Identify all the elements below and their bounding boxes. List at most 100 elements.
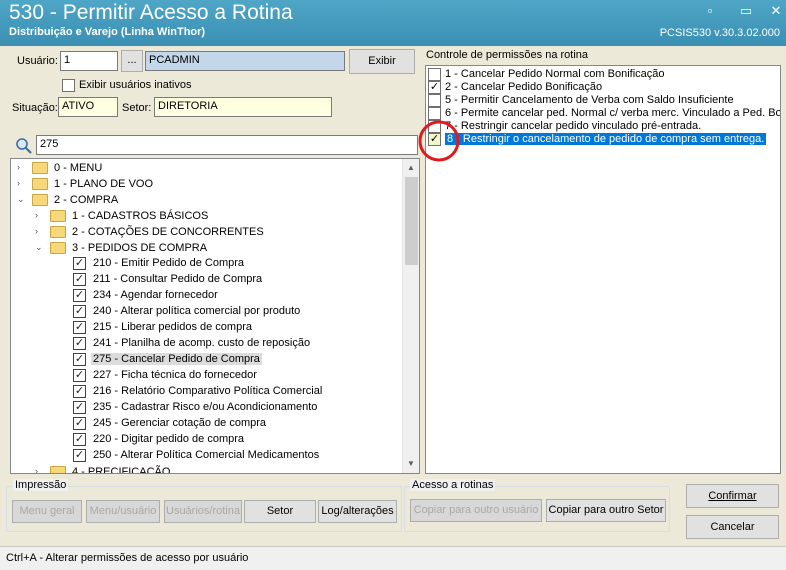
tree-item[interactable]: ✓ 235 - Cadastrar Risco e/ou Acondicionam…: [11, 400, 401, 416]
tree-item[interactable]: ✓ 234 - Agendar fornecedor: [11, 288, 401, 304]
tree-scroll-thumb[interactable]: [405, 177, 418, 265]
expand-icon[interactable]: ›: [35, 211, 44, 220]
tree-item-label: 220 - Digitar pedido de compra: [93, 433, 245, 445]
permission-item[interactable]: 7 - Restringir cancelar pedido vinculado…: [428, 120, 780, 133]
show-button[interactable]: Exibir: [349, 49, 415, 74]
tree-item-checkbox[interactable]: ✓: [73, 369, 86, 382]
tree-item[interactable]: › 4 - PRECIFICAÇÃO: [11, 464, 401, 474]
permission-label: 2 - Cancelar Pedido Bonificação: [445, 81, 603, 93]
confirm-button[interactable]: Confirmar: [686, 484, 779, 508]
copy-to-setor-button[interactable]: Copiar para outro Setor: [546, 499, 666, 522]
tree-item[interactable]: ✓ 227 - Ficha técnica do fornecedor: [11, 368, 401, 384]
user-name-field: PCADMIN: [145, 51, 345, 71]
tree-item-label: 215 - Liberar pedidos de compra: [93, 321, 252, 333]
tree-item[interactable]: › 0 - MENU: [11, 160, 401, 176]
tree-item-checkbox[interactable]: ✓: [73, 385, 86, 398]
permission-item[interactable]: 6 - Permite cancelar ped. Normal c/ verb…: [428, 107, 780, 120]
tree-item[interactable]: › 1 - CADASTROS BÁSICOS: [11, 208, 401, 224]
folder-icon: [50, 226, 66, 238]
show-inactive-checkbox[interactable]: [62, 79, 75, 92]
tree-item[interactable]: › 1 - PLANO DE VOO: [11, 176, 401, 192]
routine-tree[interactable]: › 0 - MENU › 1 - PLANO DE VOO ⌄ 2 - COMPRA › 1 …: [10, 158, 420, 474]
tree-item[interactable]: ✓ 211 - Consultar Pedido de Compra: [11, 272, 401, 288]
permission-item[interactable]: ✓ 2 - Cancelar Pedido Bonificação: [428, 81, 780, 94]
permission-checkbox[interactable]: [428, 94, 441, 107]
impressao-title: Impressão: [13, 479, 69, 491]
tree-item-checkbox[interactable]: ✓: [73, 433, 86, 446]
tree-scrollbar[interactable]: ▲ ▼: [402, 159, 419, 473]
tree-item[interactable]: ✓ 216 - Relatório Comparativo Política Co…: [11, 384, 401, 400]
scroll-down-icon[interactable]: ▼: [407, 459, 415, 468]
user-lookup-button[interactable]: ...: [121, 50, 143, 72]
permission-item[interactable]: 1 - Cancelar Pedido Normal com Bonificaç…: [428, 68, 780, 81]
menu-usuario-button[interactable]: Menu/usuário: [86, 500, 160, 523]
tree-item[interactable]: ✓ 241 - Planilha de acomp. custo de repos…: [11, 336, 401, 352]
permission-label: 6 - Permite cancelar ped. Normal c/ verb…: [445, 107, 781, 119]
search-input[interactable]: 275: [36, 135, 418, 155]
situacao-label: Situação:: [12, 102, 58, 114]
tree-item-label: 250 - Alterar Política Comercial Medicam…: [93, 449, 320, 461]
tree-item[interactable]: ✓ 245 - Gerenciar cotação de compra: [11, 416, 401, 432]
tree-item-label: 227 - Ficha técnica do fornecedor: [93, 369, 257, 381]
search-icon[interactable]: [15, 137, 33, 155]
scroll-up-icon[interactable]: ▲: [407, 163, 415, 172]
tree-item-label: 241 - Planilha de acomp. custo de reposi…: [93, 337, 311, 349]
collapse-icon[interactable]: ⌄: [35, 243, 44, 252]
restore-icon[interactable]: ▭: [738, 3, 754, 19]
permission-item[interactable]: ✓ 8 - Restringir o cancelamento de pedido…: [428, 133, 780, 146]
tree-item-label: 240 - Alterar política comercial por pro…: [93, 305, 301, 317]
window-title: 530 - Permitir Acesso a Rotina: [9, 1, 293, 24]
tree-item-checkbox[interactable]: ✓: [73, 417, 86, 430]
tree-item[interactable]: ✓ 220 - Digitar pedido de compra: [11, 432, 401, 448]
tree-item-checkbox[interactable]: ✓: [73, 305, 86, 318]
log-alteracoes-button[interactable]: Log/alterações: [318, 500, 397, 523]
tree-item-checkbox[interactable]: ✓: [73, 321, 86, 334]
tree-item-label: 4 - PRECIFICAÇÃO: [72, 466, 171, 474]
highlight-circle: [418, 120, 460, 162]
folder-icon: [32, 162, 48, 174]
expand-icon[interactable]: ›: [35, 467, 44, 474]
close-icon[interactable]: ✕: [768, 3, 784, 19]
cancel-button[interactable]: Cancelar: [686, 515, 779, 539]
collapse-icon[interactable]: ⌄: [17, 195, 26, 204]
tree-item-label: 210 - Emitir Pedido de Compra: [93, 257, 245, 269]
folder-icon: [50, 242, 66, 254]
permission-checkbox[interactable]: ✓: [428, 81, 441, 94]
permission-label: 7 - Restringir cancelar pedido vinculado…: [445, 120, 702, 132]
setor-button[interactable]: Setor: [244, 500, 316, 523]
usuarios-rotina-button[interactable]: Usuários/rotina: [164, 500, 242, 523]
tree-item-checkbox[interactable]: ✓: [73, 449, 86, 462]
user-label: Usuário:: [17, 55, 58, 67]
user-id-field[interactable]: 1: [60, 51, 118, 71]
tree-item[interactable]: ✓ 210 - Emitir Pedido de Compra: [11, 256, 401, 272]
tree-item-checkbox[interactable]: ✓: [73, 401, 86, 414]
permissions-list[interactable]: 1 - Cancelar Pedido Normal com Bonificaç…: [425, 65, 781, 474]
expand-icon[interactable]: ›: [17, 163, 26, 172]
permission-item[interactable]: 5 - Permitir Cancelamento de Verba com S…: [428, 94, 780, 107]
tree-item[interactable]: ✓ 250 - Alterar Política Comercial Medica…: [11, 448, 401, 464]
permission-label: 1 - Cancelar Pedido Normal com Bonificaç…: [445, 68, 665, 80]
tree-item[interactable]: › 2 - COTAÇÕES DE CONCORRENTES: [11, 224, 401, 240]
tree-item-checkbox[interactable]: ✓: [73, 289, 86, 302]
tree-item-checkbox[interactable]: ✓: [73, 353, 86, 366]
tree-item-checkbox[interactable]: ✓: [73, 337, 86, 350]
expand-icon[interactable]: ›: [35, 227, 44, 236]
expand-icon[interactable]: ›: [17, 179, 26, 188]
minimize-icon[interactable]: ▫: [702, 3, 718, 19]
menu-geral-button[interactable]: Menu geral: [12, 500, 82, 523]
tree-item-checkbox[interactable]: ✓: [73, 257, 86, 270]
tree-item[interactable]: ⌄ 2 - COMPRA: [11, 192, 401, 208]
copy-to-user-button[interactable]: Copiar para outro usuário: [410, 499, 542, 522]
tree-item-label: 2 - COMPRA: [54, 194, 119, 206]
tree-item-label: 234 - Agendar fornecedor: [93, 289, 218, 301]
tree-item[interactable]: ✓ 275 - Cancelar Pedido de Compra: [11, 352, 401, 368]
permission-checkbox[interactable]: [428, 68, 441, 81]
tree-item-checkbox[interactable]: ✓: [73, 273, 86, 286]
tree-item[interactable]: ✓ 215 - Liberar pedidos de compra: [11, 320, 401, 336]
permission-label: 5 - Permitir Cancelamento de Verba com S…: [445, 94, 734, 106]
status-text: Ctrl+A - Alterar permissões de acesso po…: [6, 552, 249, 564]
permissions-title: Controle de permissões na rotina: [426, 49, 589, 61]
title-bar: 530 - Permitir Acesso a Rotina Distribui…: [0, 0, 786, 46]
tree-item[interactable]: ⌄ 3 - PEDIDOS DE COMPRA: [11, 240, 401, 256]
tree-item[interactable]: ✓ 240 - Alterar política comercial por pr…: [11, 304, 401, 320]
